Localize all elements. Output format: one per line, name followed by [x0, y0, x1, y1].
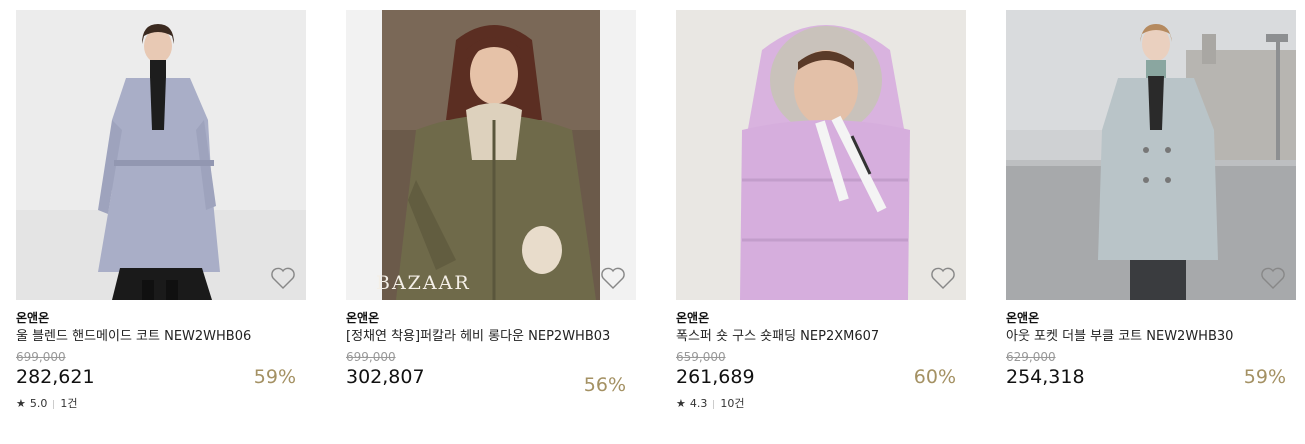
product-image[interactable] — [1006, 10, 1296, 300]
heart-icon[interactable] — [600, 266, 626, 290]
rating-value: 4.3 — [689, 397, 708, 410]
rating-value: 5.0 — [29, 397, 48, 410]
khaki-down-photo — [346, 10, 636, 300]
pink-padding-photo — [676, 10, 966, 300]
lavender-coat-photo — [16, 10, 306, 300]
divider — [53, 399, 55, 409]
product-card[interactable]: 온앤온 폭스퍼 숏 구스 숏패딩 NEP2XM607 659,000 261,6… — [676, 10, 966, 411]
rating-row: ★ 5.0 1건 — [16, 397, 306, 411]
sale-price: 254,318 — [1006, 366, 1085, 388]
product-card[interactable]: 온앤온 아웃 포켓 더블 부클 코트 NEW2WHB30 629,000 254… — [1006, 10, 1296, 389]
original-price: 629,000 — [1006, 350, 1056, 364]
brand-name[interactable]: 온앤온 — [1006, 310, 1296, 326]
sale-price: 282,621 — [16, 366, 95, 388]
product-name[interactable]: [정채연 착용]퍼칼라 헤비 롱다운 NEP2WHB03 — [346, 328, 636, 346]
product-card[interactable]: BAZAAR 온앤온 [정채연 착용]퍼칼라 헤비 롱다운 NEP2WHB03 … — [346, 10, 636, 396]
discount-rate: 56% — [583, 374, 626, 396]
product-image[interactable] — [676, 10, 966, 300]
product-name[interactable]: 울 블렌드 핸드메이드 코트 NEW2WHB06 — [16, 328, 306, 346]
discount-rate: 60% — [913, 366, 956, 388]
brand-name[interactable]: 온앤온 — [16, 310, 306, 326]
discount-rate: 59% — [253, 366, 296, 388]
grey-coat-photo — [1006, 10, 1296, 300]
product-image[interactable] — [16, 10, 306, 300]
brand-name[interactable]: 온앤온 — [676, 310, 966, 326]
review-count: 1건 — [60, 397, 78, 410]
star-icon: ★ — [16, 397, 26, 410]
heart-icon[interactable] — [270, 266, 296, 290]
sale-price: 302,807 — [346, 366, 425, 388]
rating-row: ★ 4.3 10건 — [676, 397, 966, 411]
product-image[interactable]: BAZAAR — [346, 10, 636, 300]
original-price: 659,000 — [676, 350, 726, 364]
star-icon: ★ — [676, 397, 686, 410]
watermark-logo: BAZAAR — [376, 272, 471, 294]
heart-icon[interactable] — [1260, 266, 1286, 290]
product-name[interactable]: 폭스퍼 숏 구스 숏패딩 NEP2XM607 — [676, 328, 966, 346]
discount-rate: 59% — [1243, 366, 1286, 388]
original-price: 699,000 — [346, 350, 396, 364]
product-card[interactable]: 온앤온 울 블렌드 핸드메이드 코트 NEW2WHB06 699,000 282… — [16, 10, 306, 411]
sale-price: 261,689 — [676, 366, 755, 388]
product-name[interactable]: 아웃 포켓 더블 부클 코트 NEW2WHB30 — [1006, 328, 1296, 346]
divider — [713, 399, 715, 409]
brand-name[interactable]: 온앤온 — [346, 310, 636, 326]
review-count: 10건 — [720, 397, 745, 410]
original-price: 699,000 — [16, 350, 66, 364]
heart-icon[interactable] — [930, 266, 956, 290]
